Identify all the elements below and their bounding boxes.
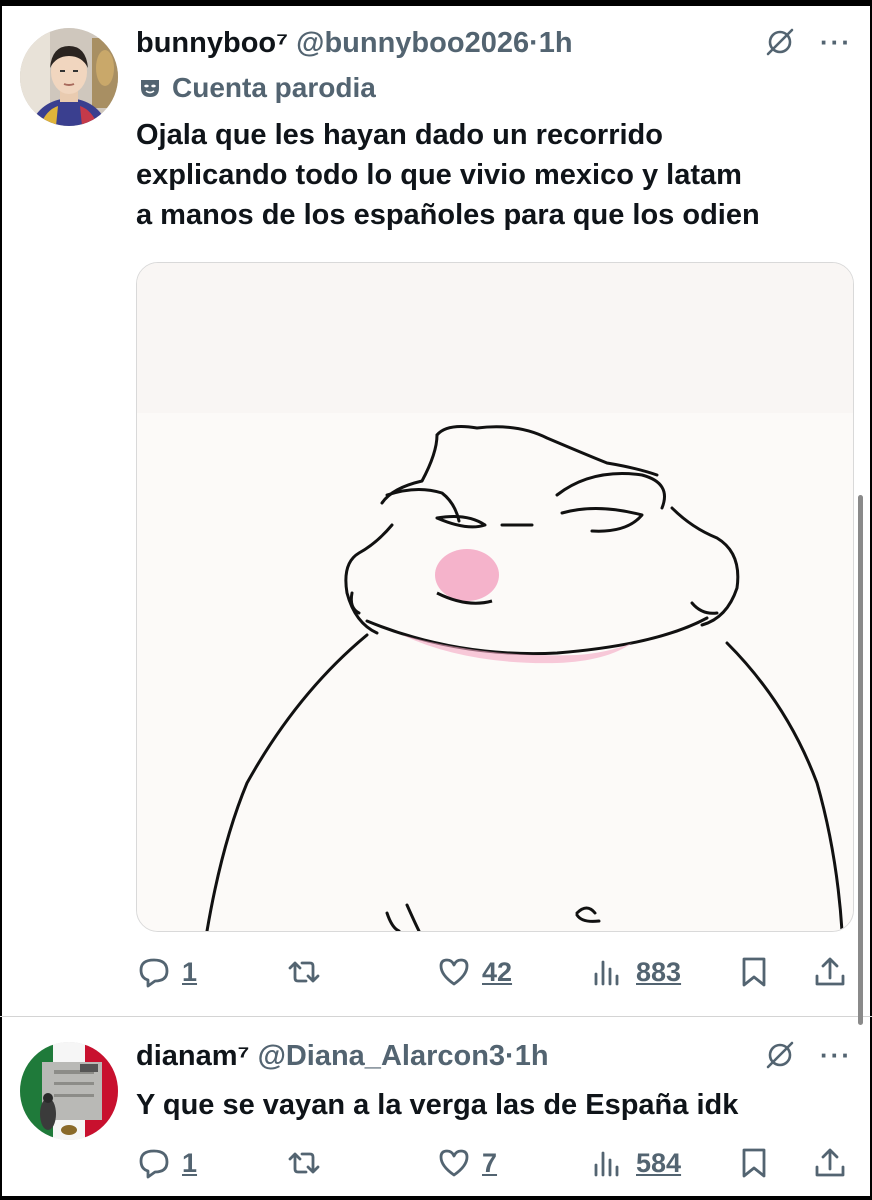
timestamp[interactable]: 1h [515,1040,549,1072]
tweet-top-icons: ··· [764,1039,852,1071]
timestamp[interactable]: 1h [539,27,573,59]
like-icon [439,1149,469,1177]
tweet-2[interactable]: dianam⁷ @Diana_Alarcon3·1h ··· Y que se … [0,1017,872,1200]
tweet-header: dianam⁷ @Diana_Alarcon3·1h [136,1039,549,1073]
reply-icon [139,1149,169,1179]
repost-icon [288,961,320,983]
like-button[interactable]: 42 [436,948,512,996]
parody-text: Cuenta parodia [172,72,376,103]
screen-bottom-border [0,1196,872,1200]
bookmark-icon [742,957,766,987]
tweet-media-image[interactable] [136,262,854,932]
tweet-actions: 1 7 584 [136,1139,848,1187]
repost-button[interactable] [286,1139,332,1187]
views-button[interactable]: 584 [590,1139,681,1187]
tweet-header: bunnyboo⁷ @bunnyboo2026·1h [136,26,573,60]
tweet-actions: 1 42 883 [136,948,848,996]
separator-dot: · [505,1040,515,1072]
repost-button[interactable] [286,948,332,996]
more-icon[interactable]: ··· [820,1042,852,1068]
tweet-text-line: Y que se vayan a la verga las de España … [136,1089,739,1121]
like-count: 42 [482,956,513,987]
tweet-text-line: Ojala que les hayan dado un recorrido [136,119,663,151]
bookmark-button[interactable] [736,948,772,996]
avatar-bunnyboo[interactable] [20,28,118,126]
more-icon[interactable]: ··· [820,29,852,55]
like-count: 7 [482,1147,498,1178]
display-name[interactable]: bunnyboo⁷ [136,27,288,59]
handle[interactable]: @Diana_Alarcon3 [258,1040,505,1072]
reply-button[interactable]: 1 [136,1139,197,1187]
grok-icon[interactable] [764,1039,796,1071]
share-icon [815,1148,845,1177]
avatar-dianam[interactable] [20,1042,118,1140]
like-icon [439,958,469,986]
share-button[interactable] [812,948,848,996]
views-icon [594,1151,619,1177]
meme-frog-drawing-image [137,263,853,931]
parody-label: Cuenta parodia [138,72,376,104]
share-button[interactable] [812,1139,848,1187]
separator-dot: · [529,27,539,59]
tweet-text-line: explicando todo lo que vivio mexico y la… [136,159,742,191]
tweet-1[interactable]: bunnyboo⁷ @bunnyboo2026·1h ··· Cuenta pa… [0,0,872,1016]
grok-icon[interactable] [764,26,796,58]
views-button[interactable]: 883 [590,948,681,996]
reply-icon [139,958,169,988]
reply-count: 1 [182,1147,198,1178]
like-button[interactable]: 7 [436,1139,497,1187]
share-icon [815,957,845,986]
display-name[interactable]: dianam⁷ [136,1040,250,1072]
tweet-top-icons: ··· [764,26,852,58]
tweet-text-line: a manos de los españoles para que los od… [136,199,760,231]
bookmark-icon [742,1148,766,1178]
views-icon [594,960,619,986]
scrollbar[interactable] [858,495,863,1025]
repost-icon [288,1152,320,1174]
views-count: 584 [636,1147,682,1178]
handle[interactable]: @bunnyboo2026 [296,27,529,59]
tweet-text: Y que se vayan a la verga las de España … [136,1085,856,1125]
reply-button[interactable]: 1 [136,948,197,996]
reply-count: 1 [182,956,198,987]
views-count: 883 [636,956,682,987]
mask-icon [141,80,159,97]
tweet-text: Ojala que les hayan dado un recorrido ex… [136,115,856,235]
bookmark-button[interactable] [736,1139,772,1187]
